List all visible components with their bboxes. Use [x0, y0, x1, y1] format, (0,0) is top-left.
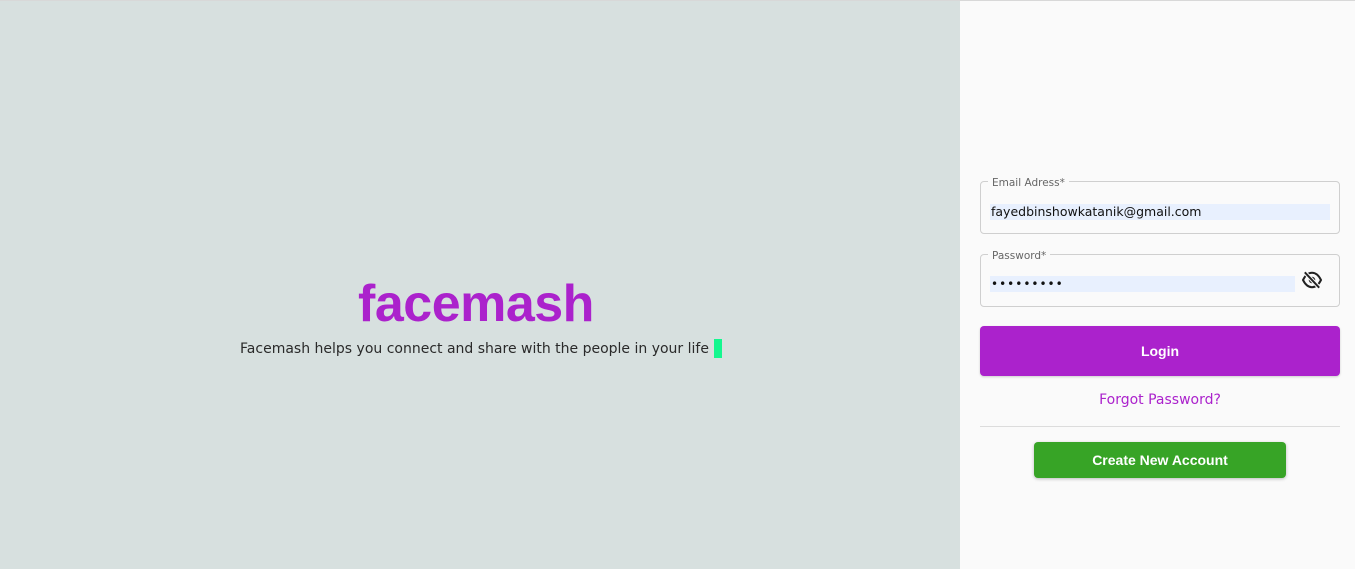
email-label: Email Adress* [988, 177, 1069, 189]
eye-off-icon[interactable] [1301, 270, 1323, 290]
login-panel: Email Adress* fayedbinshowkatanik@gmail.… [960, 1, 1355, 569]
password-input[interactable]: ••••••••• [990, 276, 1295, 292]
password-label: Password* [988, 250, 1051, 262]
text-cursor [713, 339, 722, 358]
create-account-button[interactable]: Create New Account [1034, 442, 1286, 478]
branding-panel: facemash Facemash helps you connect and … [0, 1, 960, 569]
tagline-row: Facemash helps you connect and share wit… [0, 339, 962, 358]
email-input[interactable]: fayedbinshowkatanik@gmail.com [990, 204, 1330, 220]
forgot-password-link[interactable]: Forgot Password? [980, 392, 1340, 408]
divider [980, 426, 1340, 427]
login-button[interactable]: Login [980, 326, 1340, 376]
brand-logo-text: facemash [358, 275, 594, 333]
email-field[interactable]: Email Adress* fayedbinshowkatanik@gmail.… [980, 177, 1340, 234]
password-field[interactable]: Password* ••••••••• [980, 250, 1340, 307]
brand-tagline: Facemash helps you connect and share wit… [240, 340, 709, 357]
